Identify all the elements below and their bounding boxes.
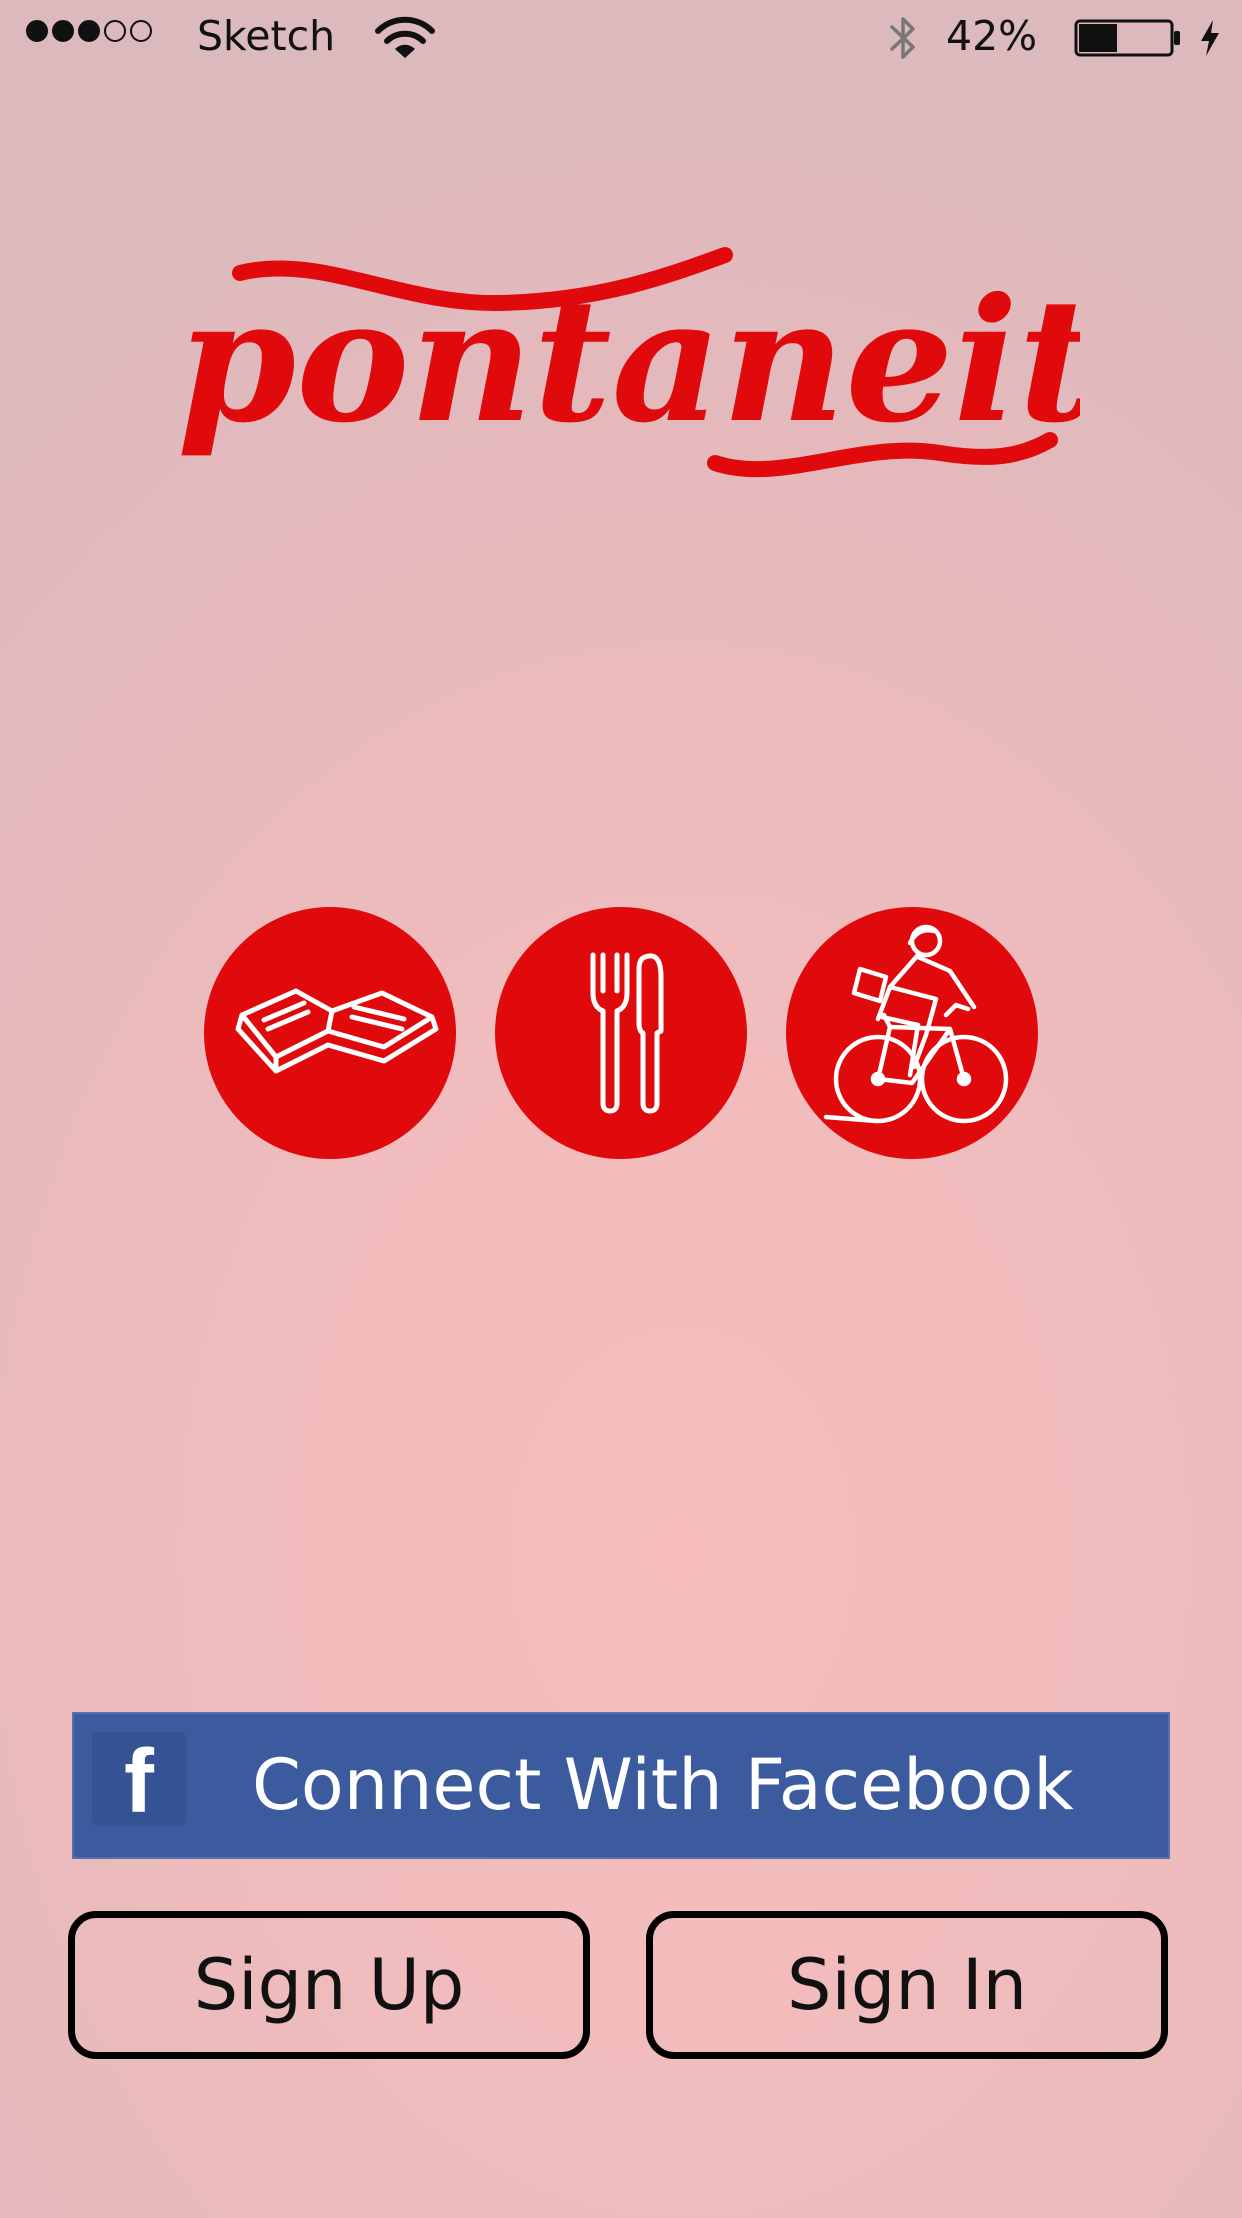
- signal-strength-indicator: [26, 20, 152, 42]
- connect-facebook-button[interactable]: f Connect With Facebook: [72, 1712, 1170, 1859]
- status-bar: Sketch 42%: [0, 0, 1242, 76]
- wifi-icon: [375, 16, 435, 58]
- logo-text: Spontaneity: [170, 261, 1080, 461]
- connect-facebook-label: Connect With Facebook: [252, 1744, 1074, 1826]
- carrier-name: Sketch: [197, 12, 336, 60]
- category-books-button[interactable]: [204, 907, 456, 1159]
- app-logo: Spontaneity: [170, 247, 1080, 478]
- open-book-icon: [235, 988, 439, 1074]
- signal-dot: [130, 20, 152, 42]
- signal-dot: [52, 20, 74, 42]
- sign-in-button[interactable]: Sign In: [646, 1911, 1168, 2059]
- fork-knife-icon: [590, 952, 664, 1114]
- category-food-button[interactable]: [495, 907, 747, 1159]
- sign-up-button[interactable]: Sign Up: [68, 1911, 590, 2059]
- battery-percentage: 42%: [946, 12, 1038, 60]
- battery-icon: [1074, 19, 1180, 57]
- cyclist-icon: [823, 924, 1009, 1124]
- category-cycling-button[interactable]: [786, 907, 1038, 1159]
- signal-dot: [104, 20, 126, 42]
- facebook-f-icon: f: [92, 1732, 186, 1830]
- bluetooth-icon: [890, 17, 915, 59]
- signal-dot: [26, 20, 48, 42]
- charging-bolt-icon: [1201, 20, 1219, 56]
- signal-dot: [78, 20, 100, 42]
